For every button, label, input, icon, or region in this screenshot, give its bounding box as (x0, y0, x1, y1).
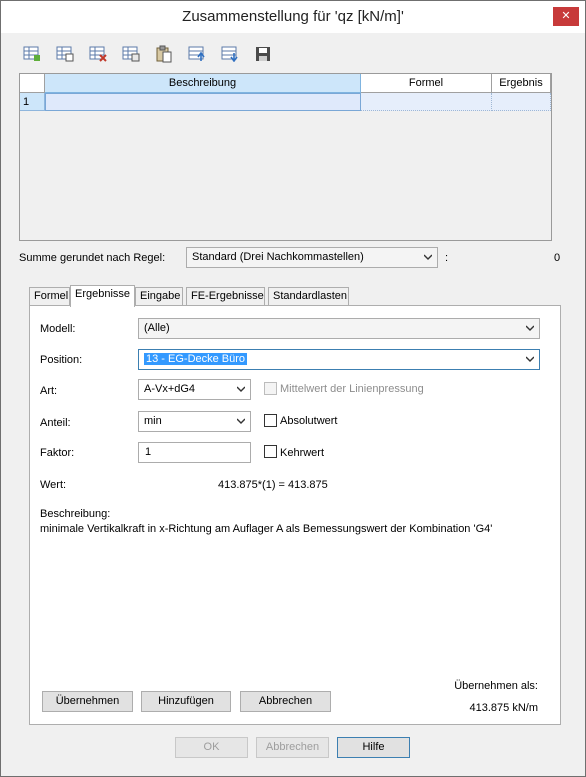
panel-abbrechen-button[interactable]: Abbrechen (240, 691, 331, 712)
paste-icon[interactable] (153, 43, 175, 65)
chevron-down-icon (526, 325, 534, 331)
table-cell-ergebnis[interactable] (492, 93, 551, 111)
kehrwert-label: Kehrwert (280, 447, 325, 459)
close-button[interactable]: ✕ (553, 7, 579, 26)
beschreibung-text: minimale Vertikalkraft in x-Richtung am … (40, 523, 493, 535)
anteil-value: min (144, 415, 162, 427)
rounding-rule-value: Standard (Drei Nachkommastellen) (192, 251, 364, 263)
table-corner (20, 74, 45, 93)
chevron-down-icon (237, 386, 245, 392)
column-header-ergebnis[interactable]: Ergebnis (492, 74, 551, 93)
anteil-label: Anteil: (40, 417, 71, 429)
modell-label: Modell: (40, 323, 76, 335)
table-cell-beschreibung[interactable] (45, 93, 361, 111)
composition-table: Beschreibung Formel Ergebnis 1 (19, 73, 552, 241)
tab-formel[interactable]: Formel (29, 287, 70, 306)
faktor-input[interactable]: 1 (138, 442, 251, 463)
wert-label: Wert: (40, 479, 67, 491)
absolutwert-checkbox[interactable] (264, 414, 277, 427)
mittelwert-checkbox[interactable] (264, 382, 277, 395)
beschreibung-label: Beschreibung: (40, 508, 111, 520)
dialog-window: Zusammenstellung für 'qz [kN/m]' ✕ Besch… (0, 0, 586, 777)
delete-row-icon[interactable] (87, 43, 109, 65)
insert-row-icon[interactable] (21, 43, 43, 65)
table-cell-formel[interactable] (361, 93, 492, 111)
copy-row-icon[interactable] (54, 43, 76, 65)
clear-row-icon[interactable] (120, 43, 142, 65)
tab-ergebnisse[interactable]: Ergebnisse (70, 285, 135, 307)
modell-value: (Alle) (144, 322, 170, 334)
close-icon: ✕ (561, 10, 571, 22)
move-down-icon[interactable] (219, 43, 241, 65)
uebernehmen-als-value: 413.875 kN/m (469, 702, 538, 714)
summe-colon: : (445, 252, 449, 264)
uebernehmen-als-label: Übernehmen als: (454, 680, 538, 692)
dialog-abbrechen-button[interactable]: Abbrechen (256, 737, 329, 758)
uebernehmen-button[interactable]: Übernehmen (42, 691, 133, 712)
ok-button[interactable]: OK (175, 737, 248, 758)
chevron-down-icon (424, 254, 432, 260)
chevron-down-icon (526, 356, 534, 362)
row-number[interactable]: 1 (20, 93, 45, 111)
column-header-beschreibung[interactable]: Beschreibung (45, 74, 361, 93)
title-bar: Zusammenstellung für 'qz [kN/m]' ✕ (1, 1, 585, 33)
art-label: Art: (40, 385, 58, 397)
move-up-icon[interactable] (186, 43, 208, 65)
tab-eingabe[interactable]: Eingabe (135, 287, 183, 306)
hinzufuegen-button[interactable]: Hinzufügen (141, 691, 231, 712)
tab-standardlasten[interactable]: Standardlasten (268, 287, 349, 306)
save-icon[interactable] (252, 43, 274, 65)
art-value: A-Vx+dG4 (144, 383, 196, 395)
kehrwert-checkbox[interactable] (264, 445, 277, 458)
wert-value: 413.875*(1) = 413.875 (218, 479, 328, 491)
hilfe-button[interactable]: Hilfe (337, 737, 410, 758)
window-title: Zusammenstellung für 'qz [kN/m]' (182, 8, 404, 25)
summe-value: 0 (554, 252, 561, 264)
position-value: 13 - EG-Decke Büro (144, 353, 248, 365)
absolutwert-label: Absolutwert (280, 415, 338, 427)
chevron-down-icon (237, 418, 245, 424)
ergebnisse-panel: Modell: (Alle) Position: 13 - EG-Decke B… (29, 305, 561, 725)
summe-label: Summe gerundet nach Regel: (19, 252, 166, 264)
faktor-label: Faktor: (40, 447, 75, 459)
column-header-formel[interactable]: Formel (361, 74, 492, 93)
position-dropdown[interactable]: 13 - EG-Decke Büro (138, 349, 540, 370)
mittelwert-label: Mittelwert der Linienpressung (280, 383, 424, 395)
modell-dropdown[interactable]: (Alle) (138, 318, 540, 339)
rounding-rule-dropdown[interactable]: Standard (Drei Nachkommastellen) (186, 247, 438, 268)
art-dropdown[interactable]: A-Vx+dG4 (138, 379, 251, 400)
tab-fe-ergebnisse[interactable]: FE-Ergebnisse (186, 287, 265, 306)
anteil-dropdown[interactable]: min (138, 411, 251, 432)
position-label: Position: (40, 354, 83, 366)
